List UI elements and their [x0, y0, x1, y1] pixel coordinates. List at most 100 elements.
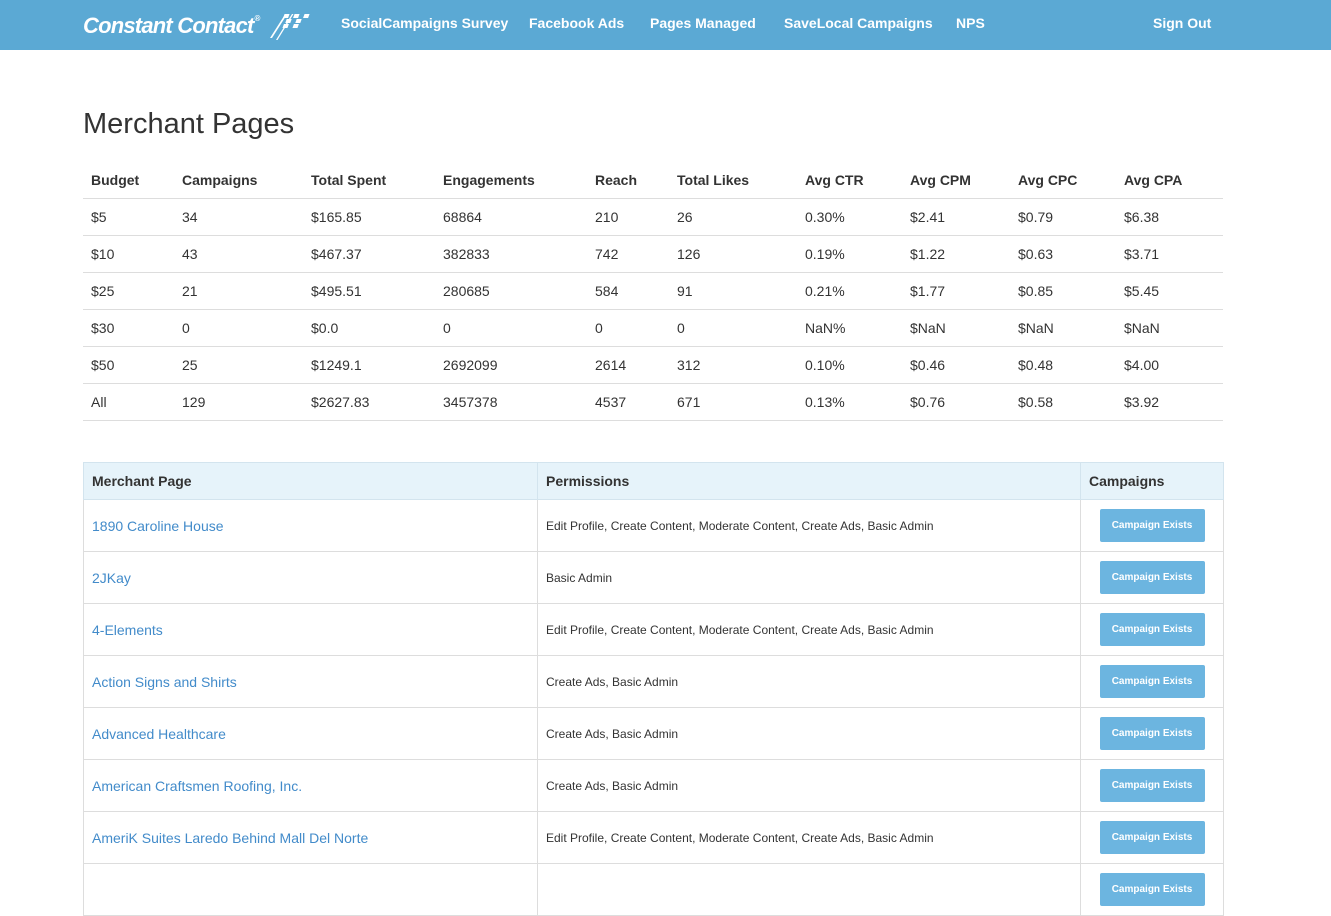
table-row: $10 43 $467.37 382833 742 126 0.19% $1.22 $0.63 $… [83, 235, 1223, 273]
permissions-cell: Basic Admin [537, 551, 1081, 604]
table-cell: $0.79 [1010, 198, 1116, 236]
col-header-total-likes: Total Likes [669, 162, 797, 199]
table-row: Campaign Exists [83, 863, 1224, 916]
table-cell: $4.00 [1116, 346, 1223, 384]
campaign-exists-button[interactable]: Campaign Exists [1099, 769, 1205, 802]
merchant-page-cell: 1890 Caroline House [83, 499, 538, 552]
campaign-exists-button[interactable]: Campaign Exists [1099, 509, 1205, 542]
table-cell: $1.77 [902, 272, 1010, 310]
merchant-page-link[interactable]: 2JKay [92, 570, 131, 586]
table-row: $50 25 $1249.1 2692099 2614 312 0.10% $0.46 $0.4… [83, 346, 1223, 384]
merchant-page-link[interactable]: AmeriK Suites Laredo Behind Mall Del Nor… [92, 830, 368, 846]
table-cell: 0.10% [797, 346, 902, 384]
table-cell: 0 [435, 309, 587, 347]
table-cell: $1.22 [902, 235, 1010, 273]
merchant-page-link[interactable]: 1890 Caroline House [92, 518, 224, 534]
pages-header-row: Merchant Page Permissions Campaigns [83, 462, 1224, 500]
table-cell: 4537 [587, 383, 669, 421]
campaign-exists-button[interactable]: Campaign Exists [1099, 873, 1205, 906]
table-cell: $6.38 [1116, 198, 1223, 236]
campaigns-cell: Campaign Exists [1080, 863, 1224, 916]
table-cell: $2.41 [902, 198, 1010, 236]
table-cell: $1249.1 [303, 346, 435, 384]
table-cell: 126 [669, 235, 797, 273]
col-header-budget: Budget [83, 162, 174, 199]
table-cell: $30 [83, 309, 174, 347]
col-header-campaigns: Campaigns [174, 162, 303, 199]
permissions-cell: Edit Profile, Create Content, Moderate C… [537, 603, 1081, 656]
brand-name: Constant Contact [83, 13, 254, 38]
table-cell: $0.76 [902, 383, 1010, 421]
table-cell: $0.63 [1010, 235, 1116, 273]
campaigns-cell: Campaign Exists [1080, 759, 1224, 812]
table-cell: 0.30% [797, 198, 902, 236]
campaign-exists-button[interactable]: Campaign Exists [1099, 665, 1205, 698]
table-row: $30 0 $0.0 0 0 0 NaN% $NaN $NaN $NaN [83, 309, 1223, 347]
campaign-exists-button[interactable]: Campaign Exists [1099, 717, 1205, 750]
merchant-page-link[interactable]: Advanced Healthcare [92, 726, 226, 742]
permissions-cell: Create Ads, Basic Admin [537, 707, 1081, 760]
table-cell: All [83, 383, 174, 421]
table-cell: 671 [669, 383, 797, 421]
nav-facebook-ads[interactable]: Facebook Ads [529, 15, 624, 31]
nav-nps[interactable]: NPS [956, 15, 985, 31]
table-cell: 0 [669, 309, 797, 347]
table-cell: 0.19% [797, 235, 902, 273]
merchant-page-cell [83, 863, 538, 916]
table-cell: $NaN [1116, 309, 1223, 347]
table-cell: 584 [587, 272, 669, 310]
table-cell: 0.13% [797, 383, 902, 421]
nav-savelocal-campaigns[interactable]: SaveLocal Campaigns [784, 15, 933, 31]
col-header-merchant-page: Merchant Page [83, 462, 538, 500]
permissions-cell: Edit Profile, Create Content, Moderate C… [537, 811, 1081, 864]
merchant-pages-table: Merchant Page Permissions Campaigns 1890… [83, 462, 1224, 916]
checkered-flag-icon [269, 14, 310, 40]
campaigns-cell: Campaign Exists [1080, 603, 1224, 656]
table-cell: $0.58 [1010, 383, 1116, 421]
table-cell: $0.0 [303, 309, 435, 347]
table-cell: $10 [83, 235, 174, 273]
col-header-reach: Reach [587, 162, 669, 199]
col-header-total-spent: Total Spent [303, 162, 435, 199]
table-row: 4-Elements Edit Profile, Create Content, … [83, 603, 1224, 656]
table-cell: $NaN [1010, 309, 1116, 347]
table-cell: 3457378 [435, 383, 587, 421]
nav-pages-managed[interactable]: Pages Managed [650, 15, 756, 31]
table-cell: 129 [174, 383, 303, 421]
table-cell: 210 [587, 198, 669, 236]
campaign-exists-button[interactable]: Campaign Exists [1099, 821, 1205, 854]
table-cell: NaN% [797, 309, 902, 347]
stats-header-row: Budget Campaigns Total Spent Engagements… [83, 162, 1223, 199]
table-cell: $50 [83, 346, 174, 384]
table-cell: $5 [83, 198, 174, 236]
permissions-cell: Create Ads, Basic Admin [537, 655, 1081, 708]
table-cell: $0.48 [1010, 346, 1116, 384]
col-header-avg-ctr: Avg CTR [797, 162, 902, 199]
campaign-exists-button[interactable]: Campaign Exists [1099, 613, 1205, 646]
col-header-avg-cpa: Avg CPA [1116, 162, 1223, 199]
merchant-page-link[interactable]: American Craftsmen Roofing, Inc. [92, 778, 302, 794]
col-header-permissions: Permissions [537, 462, 1081, 500]
col-header-avg-cpc: Avg CPC [1010, 162, 1116, 199]
table-cell: 2692099 [435, 346, 587, 384]
brand-logo[interactable]: Constant Contact ® [83, 10, 310, 42]
table-cell: $3.92 [1116, 383, 1223, 421]
nav-socialcampaigns-survey[interactable]: SocialCampaigns Survey [341, 15, 508, 31]
merchant-page-cell: 2JKay [83, 551, 538, 604]
merchant-page-link[interactable]: Action Signs and Shirts [92, 674, 237, 690]
table-cell: $2627.83 [303, 383, 435, 421]
table-row: $5 34 $165.85 68864 210 26 0.30% $2.41 $0.79 $6.3… [83, 198, 1223, 236]
campaign-exists-button[interactable]: Campaign Exists [1099, 561, 1205, 594]
table-cell: 26 [669, 198, 797, 236]
table-cell: 43 [174, 235, 303, 273]
sign-out-link[interactable]: Sign Out [1153, 15, 1211, 31]
table-cell: 0 [174, 309, 303, 347]
col-header-engagements: Engagements [435, 162, 587, 199]
permissions-cell: Create Ads, Basic Admin [537, 759, 1081, 812]
table-row: 2JKay Basic Admin Campaign Exists [83, 551, 1224, 604]
table-row: 1890 Caroline House Edit Profile, Create … [83, 499, 1224, 552]
permissions-cell [537, 863, 1081, 916]
table-cell: $0.46 [902, 346, 1010, 384]
budget-stats-table: Budget Campaigns Total Spent Engagements… [83, 162, 1223, 421]
merchant-page-link[interactable]: 4-Elements [92, 622, 163, 638]
